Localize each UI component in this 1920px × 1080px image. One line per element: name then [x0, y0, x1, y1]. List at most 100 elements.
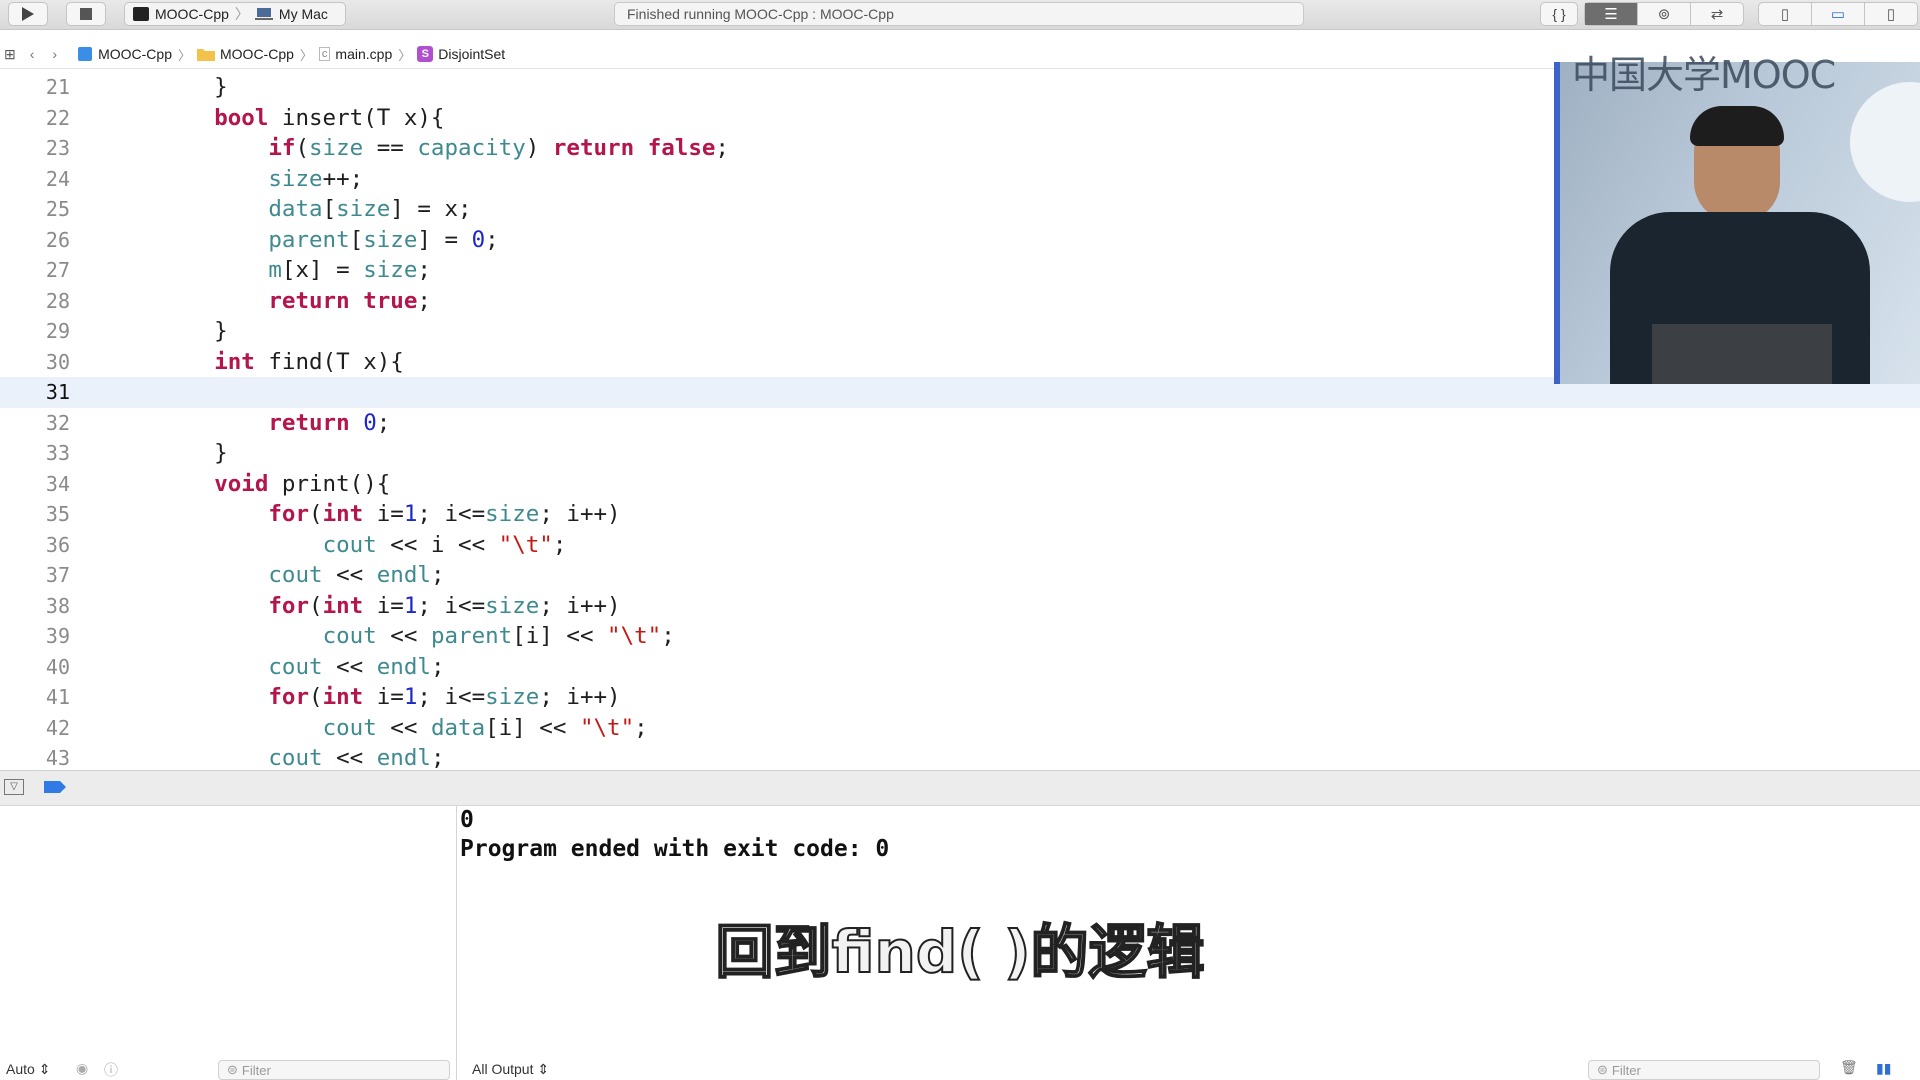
line-number[interactable]: 24	[0, 167, 70, 191]
code-text: int find(T x){	[214, 348, 404, 375]
trash-icon[interactable]: 🗑	[1840, 1059, 1858, 1076]
line-number[interactable]: 25	[0, 197, 70, 221]
code-text: if(size == capacity) return false;	[268, 135, 729, 162]
eye-icon[interactable]: ◉	[76, 1060, 88, 1077]
back-icon[interactable]: ‹	[30, 46, 35, 62]
chevron-right-icon: 〉	[234, 6, 249, 22]
code-line[interactable]: 41 for(int i=1; i<=size; i++)	[0, 682, 1920, 713]
line-number[interactable]: 34	[0, 472, 70, 496]
split-console-icon[interactable]: ▮▮	[1876, 1060, 1891, 1077]
console-line: 0	[460, 807, 474, 833]
breadcrumb-group[interactable]: MOOC-Cpp	[197, 46, 294, 62]
line-number[interactable]: 23	[0, 136, 70, 160]
stop-icon	[80, 8, 92, 20]
panel-toggle-segmented: ▯ ▭ ▯	[1758, 2, 1918, 26]
line-number[interactable]: 33	[0, 441, 70, 465]
console-line: Program ended with exit code: 0	[460, 836, 890, 862]
code-line[interactable]: 35 for(int i=1; i<=size; i++)	[0, 499, 1920, 530]
line-number[interactable]: 31	[0, 380, 70, 404]
breadcrumb-project[interactable]: MOOC-Cpp	[77, 46, 172, 62]
line-number[interactable]: 41	[0, 685, 70, 709]
breadcrumb-symbol[interactable]: S DisjointSet	[417, 46, 505, 62]
code-line[interactable]: 40 cout << endl;	[0, 652, 1920, 683]
terminal-app-icon	[133, 7, 149, 21]
code-text: cout << parent[i] << "\t";	[322, 623, 675, 650]
assistant-editor-icon[interactable]: ⊚	[1638, 3, 1691, 25]
version-editor-icon[interactable]: ⇄	[1691, 3, 1743, 25]
line-number[interactable]: 32	[0, 411, 70, 435]
navigator-toggle-icon[interactable]: ▯	[1759, 3, 1812, 25]
code-line[interactable]: 36 cout << i << "\t";	[0, 530, 1920, 561]
code-review-button[interactable]: { }	[1540, 2, 1578, 26]
code-line[interactable]: 32 return 0;	[0, 408, 1920, 439]
chevron-right-icon: 〉	[177, 47, 191, 63]
line-number[interactable]: 36	[0, 533, 70, 557]
scheme-name: MOOC-Cpp	[155, 6, 229, 22]
folder-icon	[197, 49, 215, 61]
presenter-hair	[1690, 106, 1784, 146]
variables-scope-select[interactable]: Auto ⇕	[6, 1061, 50, 1078]
debug-area-toggle-icon[interactable]: ▭	[1812, 3, 1865, 25]
line-number[interactable]: 42	[0, 716, 70, 740]
line-number[interactable]: 27	[0, 258, 70, 282]
mooc-watermark-logo: 中国大学MOOC	[1572, 53, 1836, 97]
scheme-selector[interactable]: MOOC-Cpp 〉 My Mac	[124, 2, 346, 26]
code-text: size++;	[268, 165, 364, 192]
line-number[interactable]: 39	[0, 624, 70, 648]
info-icon[interactable]: ⓘ	[104, 1060, 118, 1080]
inspector-toggle-icon[interactable]: ▯	[1865, 3, 1917, 25]
hide-debug-area-icon[interactable]: ▽	[4, 779, 24, 795]
line-number[interactable]: 29	[0, 319, 70, 343]
line-number[interactable]: 28	[0, 289, 70, 313]
code-text: bool insert(T x){	[214, 104, 445, 131]
code-text: cout << endl;	[268, 653, 445, 680]
console-output[interactable]: 0 Program ended with exit code: 0	[460, 806, 889, 864]
code-text: data[size] = x;	[268, 196, 472, 223]
activity-viewer: Finished running MOOC-Cpp : MOOC-Cpp	[614, 2, 1304, 26]
breadcrumb-file[interactable]: c main.cpp	[318, 46, 393, 62]
line-number[interactable]: 37	[0, 563, 70, 587]
output-select[interactable]: All Output ⇕	[472, 1061, 549, 1078]
line-number[interactable]: 21	[0, 75, 70, 99]
code-line[interactable]: 39 cout << parent[i] << "\t";	[0, 621, 1920, 652]
code-text: }	[160, 318, 228, 345]
code-text: }	[160, 74, 228, 101]
variables-filter-field[interactable]: ⊜ Filter	[218, 1060, 450, 1080]
code-text: cout << i << "\t";	[322, 531, 567, 558]
line-number[interactable]: 43	[0, 746, 70, 769]
code-line[interactable]: 37 cout << endl;	[0, 560, 1920, 591]
console-filter-placeholder: Filter	[1611, 1062, 1641, 1078]
line-number[interactable]: 38	[0, 594, 70, 618]
project-icon	[78, 47, 93, 61]
code-text: }	[160, 440, 228, 467]
destination-name: My Mac	[278, 6, 328, 22]
code-line[interactable]: 42 cout << data[i] << "\t";	[0, 713, 1920, 744]
activity-status: Finished running MOOC-Cpp : MOOC-Cpp	[627, 6, 894, 22]
filter-icon: ⊜	[227, 1062, 238, 1077]
line-number[interactable]: 26	[0, 228, 70, 252]
stop-button[interactable]	[66, 2, 106, 26]
line-number[interactable]: 22	[0, 106, 70, 130]
breadcrumb-file-label: main.cpp	[335, 46, 393, 62]
breakpoints-toggle-icon[interactable]	[44, 781, 66, 793]
code-text: return 0;	[268, 409, 391, 436]
run-button[interactable]	[8, 2, 48, 26]
line-number[interactable]: 35	[0, 502, 70, 526]
code-line[interactable]: 33 }	[0, 438, 1920, 469]
code-line[interactable]: 38 for(int i=1; i<=size; i++)	[0, 591, 1920, 622]
code-text: cout << data[i] << "\t";	[322, 714, 648, 741]
video-subtitle: 回到find( )的逻辑	[714, 917, 1205, 987]
filter-icon: ⊜	[1597, 1062, 1608, 1077]
line-number[interactable]: 30	[0, 350, 70, 374]
line-number[interactable]: 40	[0, 655, 70, 679]
code-text: void print(){	[214, 470, 391, 497]
console-filter-field[interactable]: ⊜ Filter	[1588, 1060, 1820, 1080]
code-text: return true;	[268, 287, 431, 314]
breadcrumb-project-label: MOOC-Cpp	[98, 46, 172, 62]
standard-editor-icon[interactable]: ☰	[1585, 3, 1638, 25]
variables-filter-placeholder: Filter	[241, 1062, 271, 1078]
code-line[interactable]: 34 void print(){	[0, 469, 1920, 500]
code-line[interactable]: 43 cout << endl;	[0, 743, 1920, 769]
grid-icon[interactable]: ⊞	[4, 46, 16, 63]
forward-icon[interactable]: ›	[52, 46, 57, 62]
